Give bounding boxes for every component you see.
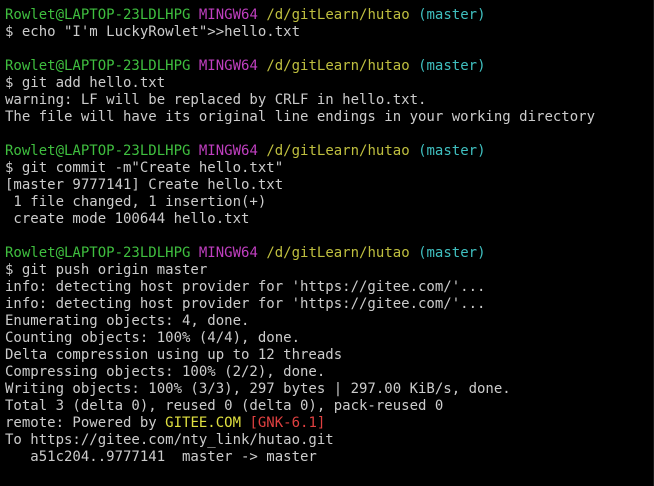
prompt-path: /d/gitLearn/hutao <box>266 245 410 261</box>
prompt-path: /d/gitLearn/hutao <box>266 143 410 159</box>
prompt-line: Rowlet@LAPTOP-23LDLHPG MINGW64 /d/gitLea… <box>5 143 654 160</box>
command-line: $ git push origin master <box>5 262 208 278</box>
prompt-user-host: Rowlet@LAPTOP-23LDLHPG <box>5 7 191 23</box>
prompt-user-host: Rowlet@LAPTOP-23LDLHPG <box>5 143 191 159</box>
output-line: The file will have its original line end… <box>5 109 596 125</box>
prompt-line: Rowlet@LAPTOP-23LDLHPG MINGW64 /d/gitLea… <box>5 58 654 75</box>
output-line: Compressing objects: 100% (2/2), done. <box>5 364 326 380</box>
prompt-env: MINGW64 <box>198 245 258 261</box>
output-line: [master 9777141] Create hello.txt <box>5 177 284 193</box>
output-line: info: detecting host provider for 'https… <box>5 296 486 312</box>
remote-line: remote: Powered by GITEE.COM [GNK-6.1] <box>5 415 654 432</box>
prompt-env: MINGW64 <box>198 7 258 23</box>
remote-gitee-label: GITEE.COM <box>165 415 242 431</box>
output-line: Total 3 (delta 0), reused 0 (delta 0), p… <box>5 398 444 414</box>
prompt-env: MINGW64 <box>198 143 258 159</box>
command-line: $ git commit -m"Create hello.txt" <box>5 160 284 176</box>
prompt-env: MINGW64 <box>198 58 258 74</box>
prompt-path: /d/gitLearn/hutao <box>266 58 410 74</box>
prompt-line: Rowlet@LAPTOP-23LDLHPG MINGW64 /d/gitLea… <box>5 7 654 24</box>
output-line: a51c204..9777141 master -> master <box>5 449 317 465</box>
output-line: info: detecting host provider for 'https… <box>5 279 486 295</box>
remote-prefix: remote: Powered by <box>5 415 166 431</box>
remote-gnk-label: [GNK-6.1] <box>249 415 326 431</box>
command-line: $ echo "I'm LuckyRowlet">>hello.txt <box>5 24 301 40</box>
prompt-branch: (master) <box>418 7 486 23</box>
output-line: To https://gitee.com/nty_link/hutao.git <box>5 432 334 448</box>
prompt-user-host: Rowlet@LAPTOP-23LDLHPG <box>5 245 191 261</box>
prompt-line: Rowlet@LAPTOP-23LDLHPG MINGW64 /d/gitLea… <box>5 245 654 262</box>
prompt-branch: (master) <box>418 58 486 74</box>
output-line: Writing objects: 100% (3/3), 297 bytes |… <box>5 381 511 397</box>
output-line: Counting objects: 100% (4/4), done. <box>5 330 301 346</box>
output-line: warning: LF will be replaced by CRLF in … <box>5 92 427 108</box>
prompt-branch: (master) <box>418 245 486 261</box>
output-line: create mode 100644 hello.txt <box>5 211 250 227</box>
output-line: Enumerating objects: 4, done. <box>5 313 250 329</box>
terminal-window[interactable]: Rowlet@LAPTOP-23LDLHPG MINGW64 /d/gitLea… <box>0 0 654 486</box>
output-line: 1 file changed, 1 insertion(+) <box>5 194 267 210</box>
prompt-branch: (master) <box>418 143 486 159</box>
prompt-user-host: Rowlet@LAPTOP-23LDLHPG <box>5 58 191 74</box>
command-line: $ git add hello.txt <box>5 75 166 91</box>
prompt-path: /d/gitLearn/hutao <box>266 7 410 23</box>
output-line: Delta compression using up to 12 threads <box>5 347 343 363</box>
